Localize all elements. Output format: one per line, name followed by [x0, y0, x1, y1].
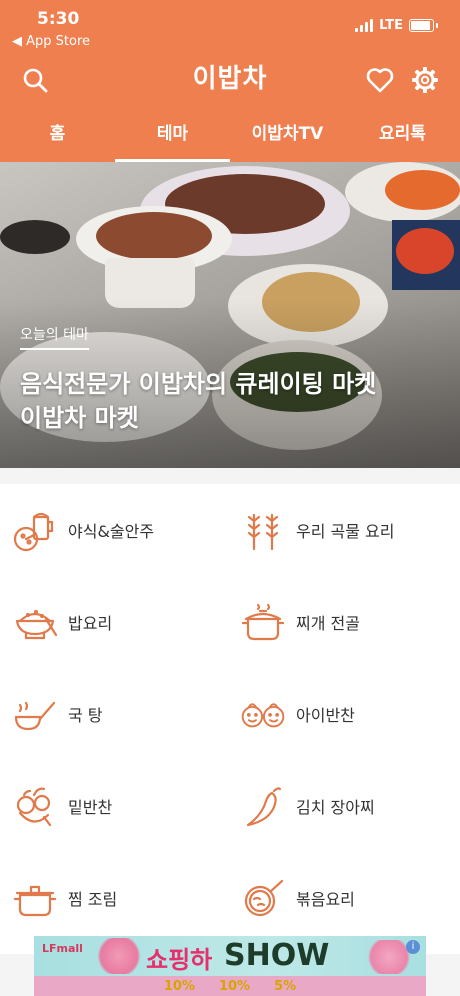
beer-pizza-icon [12, 507, 58, 553]
coupon-value: 5% [274, 978, 297, 994]
kids-face-icon [240, 691, 286, 737]
category-late-snacks[interactable]: 야식&술안주 [12, 500, 232, 560]
signal-icon [355, 19, 374, 32]
ad-brand: LFmall [42, 942, 83, 955]
category-rice-dishes[interactable]: 밥요리 [12, 592, 232, 652]
category-stew-hotpot[interactable]: 찌개 전골 [240, 592, 460, 652]
wheat-icon [240, 507, 286, 553]
hero-title: 음식전문가 이밥차의 큐레이팅 마켓 이밥차 마켓 [20, 370, 377, 432]
hero-tag: 오늘의 테마 [20, 324, 89, 350]
tab-theme[interactable]: 테마 [115, 114, 230, 162]
tab-cooking-talk[interactable]: 요리톡 [345, 114, 460, 162]
ad-banner[interactable]: LFmall 쇼핑하 SHOW i 10% 10% 5% [34, 936, 426, 996]
category-soup[interactable]: 국 탕 [12, 684, 232, 744]
category-label: 찜 조림 [68, 890, 118, 909]
flower-image [94, 938, 144, 974]
vegetables-icon [12, 783, 58, 829]
ad-title-show: SHOW [224, 938, 330, 973]
ad-coupon-strip: 10% 10% 5% [34, 976, 426, 996]
battery-icon [409, 19, 434, 32]
gear-icon[interactable] [409, 64, 441, 96]
ladle-icon [12, 691, 58, 737]
category-stir-fry[interactable]: 볶음요리 [240, 868, 460, 928]
category-label: 밥요리 [68, 614, 113, 633]
category-side-dishes[interactable]: 밑반찬 [12, 776, 232, 836]
app-header: 5:30 ◀ App Store LTE 이밥차 홈 테마 이밥차TV 요리톡 [0, 0, 460, 162]
category-braised-dishes[interactable]: 찜 조림 [12, 868, 232, 928]
coupon-value: 10% [163, 978, 195, 994]
frying-pan-icon [240, 875, 286, 921]
coupon-value: 10% [218, 978, 251, 994]
hero-banner[interactable]: 오늘의 테마 음식전문가 이밥차의 큐레이팅 마켓 이밥차 마켓 [0, 162, 460, 468]
category-kimchi-pickles[interactable]: 김치 장아찌 [240, 776, 460, 836]
rice-bowl-icon [12, 599, 58, 645]
category-label: 밑반찬 [68, 798, 113, 817]
chili-pepper-icon [240, 783, 286, 829]
back-to-app-store[interactable]: ◀ App Store [12, 34, 90, 49]
network-label: LTE [379, 18, 403, 33]
tab-ibapcha-tv[interactable]: 이밥차TV [230, 114, 345, 162]
ad-info-icon[interactable]: i [406, 940, 420, 954]
category-menu: 야식&술안주 우리 곡물 요리 밥요리 찌개 전골 국 탕 아이반찬 밑반찬 김… [0, 484, 460, 954]
category-label: 야식&술안주 [68, 522, 155, 541]
category-label: 찌개 전골 [296, 614, 360, 633]
status-time: 5:30 [37, 9, 80, 29]
tab-home[interactable]: 홈 [0, 114, 115, 162]
category-kids-side-dishes[interactable]: 아이반찬 [240, 684, 460, 744]
category-label: 국 탕 [68, 706, 103, 725]
category-label: 우리 곡물 요리 [296, 522, 395, 541]
pot-icon [12, 875, 58, 921]
tab-bar: 홈 테마 이밥차TV 요리톡 [0, 114, 460, 162]
category-label: 볶음요리 [296, 890, 355, 909]
hot-pot-icon [240, 599, 286, 645]
heart-icon[interactable] [364, 64, 396, 96]
status-indicators: LTE [355, 18, 438, 33]
ad-title: 쇼핑하 [146, 946, 213, 974]
category-label: 김치 장아찌 [296, 798, 375, 817]
category-grain-dishes[interactable]: 우리 곡물 요리 [240, 500, 460, 560]
category-label: 아이반찬 [296, 706, 355, 725]
